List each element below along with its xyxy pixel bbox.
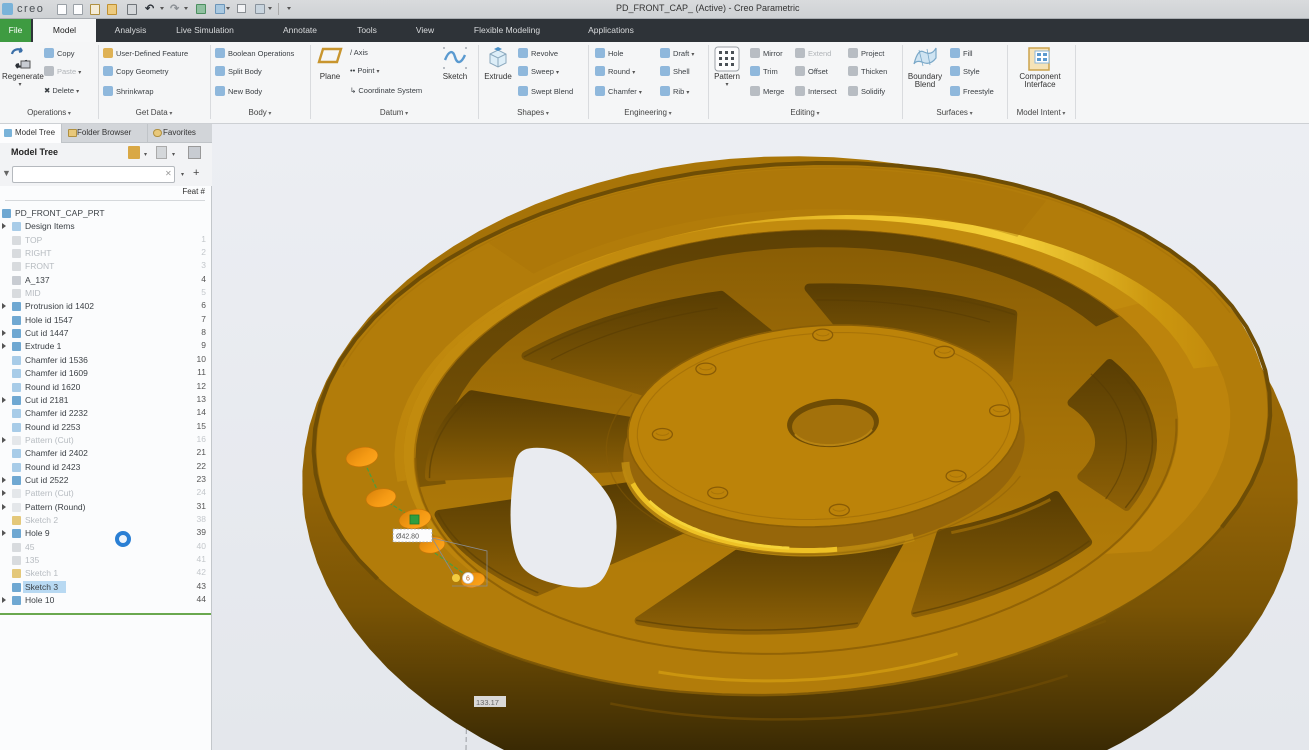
svg-text:6: 6 <box>466 576 470 583</box>
svg-text:133.17: 133.17 <box>476 698 499 707</box>
svg-text:Ø42.80: Ø42.80 <box>396 534 419 541</box>
